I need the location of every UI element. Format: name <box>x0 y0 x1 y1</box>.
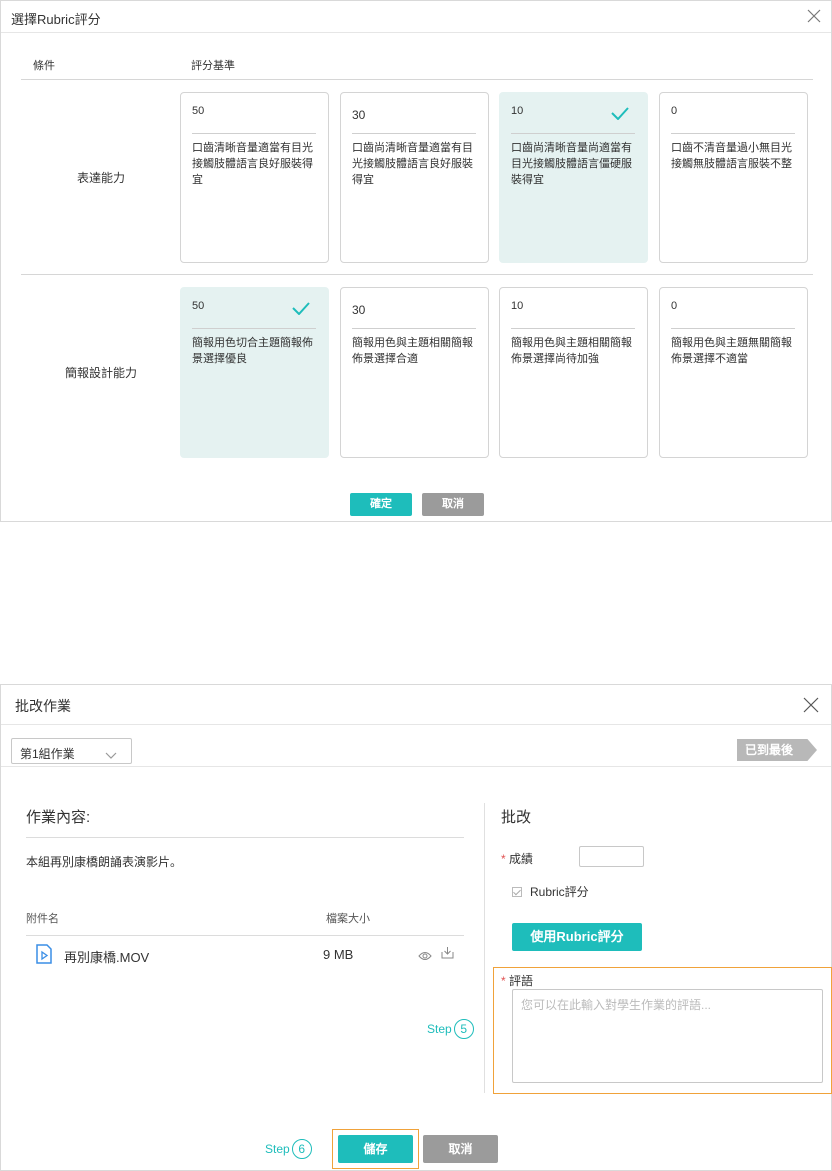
group-select[interactable]: 第1組作業 <box>11 738 132 764</box>
rubric-level-card[interactable]: 10 簡報用色與主題相關簡報佈景選擇尚待加強 <box>499 287 648 458</box>
divider <box>352 328 476 329</box>
divider <box>511 328 635 329</box>
eye-icon[interactable] <box>418 948 432 966</box>
divider <box>192 328 316 329</box>
step-text: Step <box>427 1022 452 1036</box>
column-header-condition: 條件 <box>33 60 55 72</box>
assignment-description: 本組再別康橋朗誦表演影片。 <box>26 855 183 869</box>
checkbox-box[interactable] <box>512 887 522 897</box>
level-score: 30 <box>352 108 366 122</box>
attachment-row: 再別康橋.MOV 9 MB <box>26 939 464 969</box>
step6-annotation: Step 6 <box>265 1139 312 1159</box>
save-button[interactable]: 儲存 <box>338 1135 413 1163</box>
attachment-column-header: 附件名 <box>26 913 59 925</box>
group-select-value: 第1組作業 <box>20 747 75 761</box>
rubric-level-card[interactable]: 0 口齒不清音量過小無目光接觸無肢體語言服裝不整 <box>659 92 808 263</box>
divider <box>192 133 316 134</box>
pane-divider <box>484 803 485 1093</box>
grading-heading: 批改 <box>501 809 532 826</box>
level-score: 0 <box>671 105 678 117</box>
row-label: 表達能力 <box>76 171 125 185</box>
row-label: 簡報設計能力 <box>64 366 137 380</box>
required-mark: * <box>501 974 506 988</box>
close-icon[interactable] <box>807 9 821 23</box>
divider <box>671 133 795 134</box>
level-description: 口齒清晰音量適當有目光接觸肢體語言良好服裝得宜 <box>192 142 313 186</box>
grade-input[interactable] <box>579 846 644 867</box>
rubric-dialog-title: 選擇Rubric評分 <box>11 12 101 27</box>
rubric-level-card[interactable]: 0 簡報用色與主題無關簡報佈景選擇不適當 <box>659 287 808 458</box>
level-score: 50 <box>192 105 205 117</box>
level-score: 10 <box>511 105 524 117</box>
content-heading: 作業內容: <box>26 809 91 826</box>
rubric-checkbox-label: Rubric評分 <box>530 885 589 899</box>
cancel-button[interactable]: 取消 <box>422 493 484 516</box>
step5-annotation: Step 5 <box>427 1019 474 1039</box>
divider <box>26 837 464 838</box>
check-icon <box>611 107 629 125</box>
size-column-header: 檔案大小 <box>326 913 370 925</box>
level-description: 簡報用色與主題相關簡報佈景選擇合適 <box>352 337 473 365</box>
cancel-button[interactable]: 取消 <box>423 1135 498 1163</box>
grade-dialog-title: 批改作業 <box>15 698 71 714</box>
rubric-level-card[interactable]: 30 簡報用色與主題相關簡報佈景選擇合適 <box>340 287 489 458</box>
level-description: 口齒尚清晰音量尚適當有目光接觸肢體語言僵硬服裝得宜 <box>511 142 632 186</box>
level-description: 簡報用色與主題相關簡報佈景選擇尚待加強 <box>511 337 632 365</box>
divider <box>21 274 813 275</box>
grade-assignment-dialog: 批改作業 第1組作業 已到最後 作業內容: 本組再別康橋朗誦表演影片。 附件名 … <box>0 684 832 1171</box>
column-header-criteria: 評分基準 <box>191 60 235 72</box>
attachment-size: 9 MB <box>323 947 354 962</box>
rubric-level-card[interactable]: 30 口齒尚清晰音量適當有目光接觸肢體語言良好服裝得宜 <box>340 92 489 263</box>
rubric-level-card-selected[interactable]: 10 口齒尚清晰音量尚適當有目光接觸肢體語言僵硬服裝得宜 <box>499 92 648 263</box>
download-icon[interactable] <box>441 946 454 964</box>
confirm-button[interactable]: 確定 <box>350 493 412 516</box>
level-description: 簡報用色與主題無關簡報佈景選擇不適當 <box>671 337 792 365</box>
divider <box>511 133 635 134</box>
rubric-dialog: 選擇Rubric評分 條件 評分基準 表達能力 50 口齒清晰音量適當有目光接觸… <box>0 0 832 522</box>
grade-label-text: 成績 <box>509 852 534 866</box>
level-description: 口齒不清音量過小無目光接觸無肢體語言服裝不整 <box>671 142 792 170</box>
video-file-icon <box>36 944 52 969</box>
comment-textarea[interactable] <box>512 989 823 1083</box>
level-score: 30 <box>352 303 366 317</box>
comment-label: * 評語 <box>501 972 533 989</box>
rubric-level-card-selected[interactable]: 50 簡報用色切合主題簡報佈景選擇優良 <box>180 287 329 458</box>
grade-dialog-header: 批改作業 <box>1 685 831 725</box>
rubric-level-card[interactable]: 50 口齒清晰音量適當有目光接觸肢體語言良好服裝得宜 <box>180 92 329 263</box>
divider <box>671 328 795 329</box>
required-mark: * <box>501 852 506 866</box>
chevron-down-icon <box>105 747 117 765</box>
comment-label-text: 評語 <box>509 974 534 988</box>
level-score: 10 <box>511 300 524 312</box>
divider <box>21 79 813 80</box>
use-rubric-button[interactable]: 使用Rubric評分 <box>512 923 642 951</box>
rubric-checkbox[interactable]: Rubric評分 <box>512 883 589 900</box>
level-description: 簡報用色切合主題簡報佈景選擇優良 <box>192 337 313 365</box>
level-score: 50 <box>192 300 205 312</box>
level-description: 口齒尚清晰音量適當有目光接觸肢體語言良好服裝得宜 <box>352 142 473 186</box>
step-text: Step <box>265 1142 290 1156</box>
level-score: 0 <box>671 300 678 312</box>
close-icon[interactable] <box>803 697 819 713</box>
grade-dialog-toolbar: 第1組作業 已到最後 <box>1 725 831 767</box>
attachment-name[interactable]: 再別康橋.MOV <box>64 947 149 966</box>
step-number: 6 <box>291 1139 312 1159</box>
divider <box>26 935 464 936</box>
check-icon <box>292 302 310 320</box>
last-item-badge: 已到最後 <box>737 739 817 761</box>
step-number: 5 <box>453 1019 474 1039</box>
rubric-dialog-header: 選擇Rubric評分 <box>1 1 831 33</box>
divider <box>352 133 476 134</box>
grade-label: * 成績 <box>501 850 533 867</box>
